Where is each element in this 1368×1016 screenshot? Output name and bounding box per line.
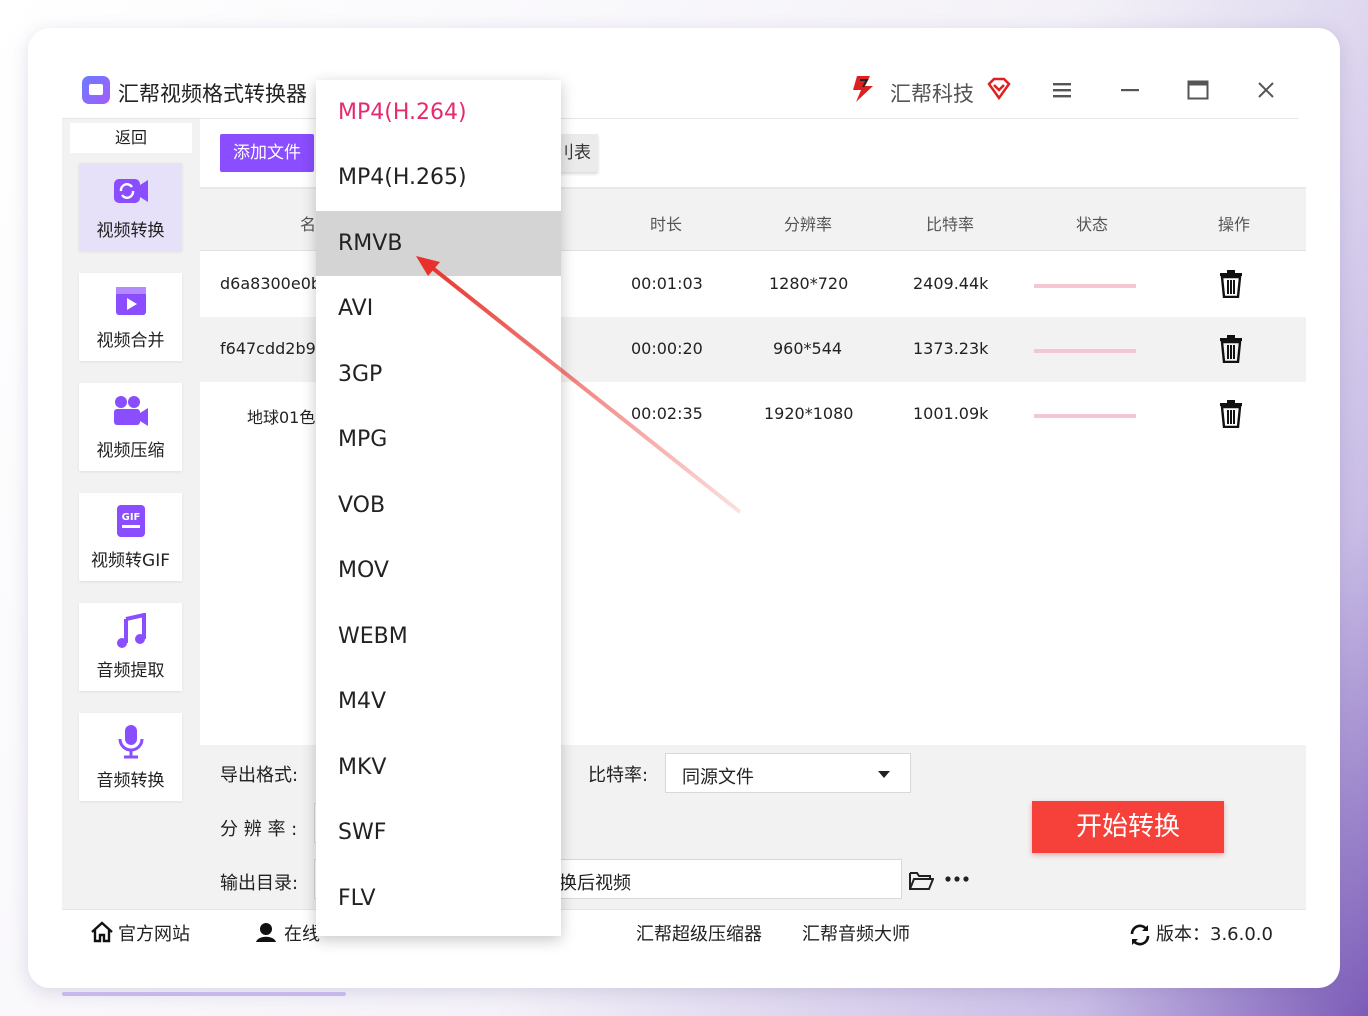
column-name: 名 — [299, 215, 316, 234]
format-option[interactable]: SWF — [316, 800, 561, 865]
audio-master-link[interactable]: 汇帮音频大师 — [802, 920, 910, 946]
status-progress-bar — [1034, 284, 1136, 288]
resolution: 1920*1080 — [764, 404, 854, 423]
bitrate: 1001.09k — [913, 404, 989, 423]
sidebar-item-video-merge[interactable]: 视频合并 — [79, 273, 182, 361]
column-bitrate: 比特率 — [925, 215, 974, 234]
vip-diamond-icon[interactable] — [986, 76, 1012, 102]
sidebar-item-video-compress[interactable]: 视频压缩 — [79, 383, 182, 471]
brand-logo-icon — [853, 76, 873, 102]
compressor-link[interactable]: 汇帮超级压缩器 — [636, 920, 762, 946]
sidebar-item-audio-extract[interactable]: 音频提取 — [79, 603, 182, 691]
close-icon[interactable] — [1254, 78, 1278, 102]
microphone-icon — [118, 725, 144, 759]
sidebar-item-label: 视频压缩 — [96, 441, 165, 461]
column-resolution: 分辨率 — [783, 215, 832, 234]
video-convert-icon — [114, 179, 148, 203]
resolution: 1280*720 — [769, 274, 849, 293]
version-label: 版本：3.6.0.0 — [1156, 924, 1273, 945]
refresh-icon[interactable] — [1128, 923, 1152, 947]
file-name: 地球01色 — [247, 408, 316, 427]
trash-icon[interactable] — [1218, 270, 1244, 298]
format-dropdown[interactable]: MP4(H.264) MP4(H.265) RMVB AVI 3GP MPG V… — [316, 80, 561, 936]
duration: 00:02:35 — [631, 404, 703, 423]
format-option[interactable]: M4V — [316, 669, 561, 734]
format-option[interactable]: RMVB — [316, 211, 561, 276]
export-format-label: 导出格式: — [220, 765, 299, 786]
file-name: f647cdd2b9 — [220, 339, 316, 358]
user-support-icon — [256, 923, 276, 942]
resolution: 960*544 — [773, 339, 843, 358]
sidebar-item-label: 音频转换 — [96, 771, 165, 791]
video-compress-icon — [114, 396, 148, 426]
app-window: 汇帮视频格式转换器 汇帮科技 返回 视频转换 视频合并 视频压缩 GIF 视频转… — [62, 62, 1306, 954]
status-progress-bar — [1034, 349, 1136, 353]
online-support-link[interactable]: 在线 — [284, 920, 320, 946]
music-note-icon — [117, 613, 146, 648]
minimize-icon[interactable] — [1118, 78, 1142, 102]
format-option[interactable]: 3GP — [316, 342, 561, 407]
format-option[interactable]: VOB — [316, 473, 561, 538]
duration: 00:01:03 — [631, 274, 703, 293]
file-name: d6a8300e0b — [220, 274, 322, 293]
duration: 00:00:20 — [631, 339, 703, 358]
column-actions: 操作 — [1217, 215, 1250, 234]
bitrate-value: 同源文件 — [682, 767, 754, 788]
format-option[interactable]: FLV — [316, 866, 561, 931]
sidebar-item-label: 视频转换 — [96, 221, 165, 241]
add-file-button[interactable]: 添加文件 — [220, 134, 314, 172]
home-icon — [91, 921, 113, 943]
start-convert-button[interactable]: 开始转换 — [1032, 801, 1224, 853]
format-option[interactable]: MKV — [316, 735, 561, 800]
sidebar-item-video-convert[interactable]: 视频转换 — [79, 163, 182, 251]
chevron-down-icon — [878, 771, 890, 778]
bitrate-select[interactable]: 同源文件 — [665, 753, 911, 793]
gif-icon: GIF — [117, 505, 145, 537]
sidebar-item-label: 视频转GIF — [91, 551, 170, 571]
trash-icon[interactable] — [1218, 335, 1244, 363]
official-website-link[interactable]: 官方网站 — [118, 920, 190, 946]
more-icon[interactable] — [944, 871, 970, 887]
format-option[interactable]: MP4(H.264) — [316, 80, 561, 145]
output-dir-value: 换后视频 — [559, 873, 631, 894]
sidebar-item-video-to-gif[interactable]: GIF 视频转GIF — [79, 493, 182, 581]
back-button[interactable]: 返回 — [70, 123, 192, 153]
folder-open-icon[interactable] — [908, 869, 934, 891]
app-title: 汇帮视频格式转换器 — [118, 82, 307, 106]
status-progress-bar — [1034, 414, 1136, 418]
sidebar: 返回 视频转换 视频合并 视频压缩 GIF 视频转GIF 音频提取 音频转换 — [62, 119, 200, 909]
sidebar-item-label: 音频提取 — [96, 661, 165, 681]
svg-text:GIF: GIF — [122, 512, 141, 523]
menu-icon[interactable] — [1050, 78, 1074, 102]
format-option[interactable]: MOV — [316, 538, 561, 603]
format-option[interactable]: AVI — [316, 276, 561, 341]
title-bar: 汇帮视频格式转换器 汇帮科技 — [62, 62, 1306, 119]
bitrate: 2409.44k — [913, 274, 989, 293]
video-merge-icon — [116, 287, 146, 315]
format-option[interactable]: WEBM — [316, 604, 561, 669]
format-option[interactable]: MPG — [316, 407, 561, 472]
sidebar-item-label: 视频合并 — [96, 331, 165, 351]
sidebar-item-audio-convert[interactable]: 音频转换 — [79, 713, 182, 801]
app-logo-icon — [82, 76, 110, 104]
bitrate-label: 比特率: — [588, 765, 649, 786]
scroll-indicator — [62, 992, 346, 996]
bitrate: 1373.23k — [913, 339, 989, 358]
footer-bar: 官方网站 在线 汇帮超级压缩器 汇帮音频大师 版本：3.6.0.0 — [62, 909, 1306, 954]
column-status: 状态 — [1075, 215, 1108, 234]
trash-icon[interactable] — [1218, 400, 1244, 428]
maximize-icon[interactable] — [1186, 78, 1210, 102]
brand-name: 汇帮科技 — [890, 82, 974, 106]
column-duration: 时长 — [649, 215, 682, 234]
format-option[interactable]: MP4(H.265) — [316, 145, 561, 210]
resolution-label: 分 辨 率 : — [220, 819, 298, 840]
output-dir-label: 输出目录: — [220, 873, 299, 894]
